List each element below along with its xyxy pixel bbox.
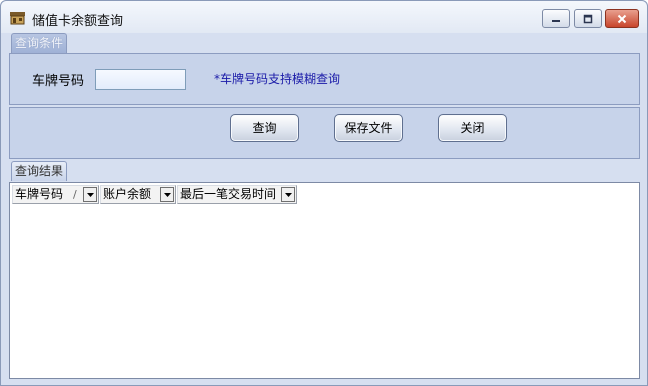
column-label: 最后一笔交易时间 bbox=[180, 187, 277, 201]
dropdown-arrow-icon bbox=[284, 192, 292, 197]
window-title: 储值卡余额查询 bbox=[32, 14, 124, 29]
query-conditions-tab: 查询条件 bbox=[11, 33, 68, 53]
column-label: 车牌号码 bbox=[15, 187, 64, 201]
column-label: 账户余额 bbox=[103, 187, 152, 201]
dropdown-arrow-icon bbox=[86, 192, 94, 197]
main-window: 储值卡余额查询 查询条件 车牌号码 *车牌号码支持模糊查询 查询 保存文件 关闭… bbox=[0, 0, 648, 386]
button-panel bbox=[9, 107, 640, 159]
close-button[interactable]: 关闭 bbox=[438, 114, 507, 142]
dropdown-arrow-icon bbox=[163, 192, 171, 197]
column-header-plate[interactable]: 车牌号码 / bbox=[12, 185, 99, 204]
save-file-button[interactable]: 保存文件 bbox=[334, 114, 403, 142]
minimize-button[interactable] bbox=[542, 9, 570, 28]
title-bar[interactable]: 储值卡余额查询 bbox=[1, 1, 647, 33]
column-header-balance[interactable]: 账户余额 bbox=[100, 185, 176, 204]
column-filter-dropdown[interactable] bbox=[160, 187, 174, 202]
minimize-icon bbox=[552, 19, 560, 22]
sort-indicator: / bbox=[73, 188, 77, 201]
query-results-tab: 查询结果 bbox=[11, 161, 68, 181]
maximize-button[interactable] bbox=[574, 9, 602, 28]
column-filter-dropdown[interactable] bbox=[281, 187, 295, 202]
close-window-button[interactable] bbox=[605, 9, 639, 28]
app-icon bbox=[10, 12, 25, 25]
close-icon bbox=[617, 14, 627, 23]
maximize-icon bbox=[583, 14, 593, 23]
plate-number-input[interactable] bbox=[95, 69, 186, 90]
results-grid[interactable]: 车牌号码 / 账户余额 最后一笔交易时间 bbox=[9, 182, 640, 379]
query-button[interactable]: 查询 bbox=[230, 114, 299, 142]
column-header-last-transaction[interactable]: 最后一笔交易时间 bbox=[177, 185, 297, 204]
grid-header: 车牌号码 / 账户余额 最后一笔交易时间 bbox=[12, 185, 298, 204]
fuzzy-search-hint: *车牌号码支持模糊查询 bbox=[214, 72, 341, 86]
column-filter-dropdown[interactable] bbox=[83, 187, 97, 202]
plate-number-label: 车牌号码 bbox=[32, 74, 85, 89]
